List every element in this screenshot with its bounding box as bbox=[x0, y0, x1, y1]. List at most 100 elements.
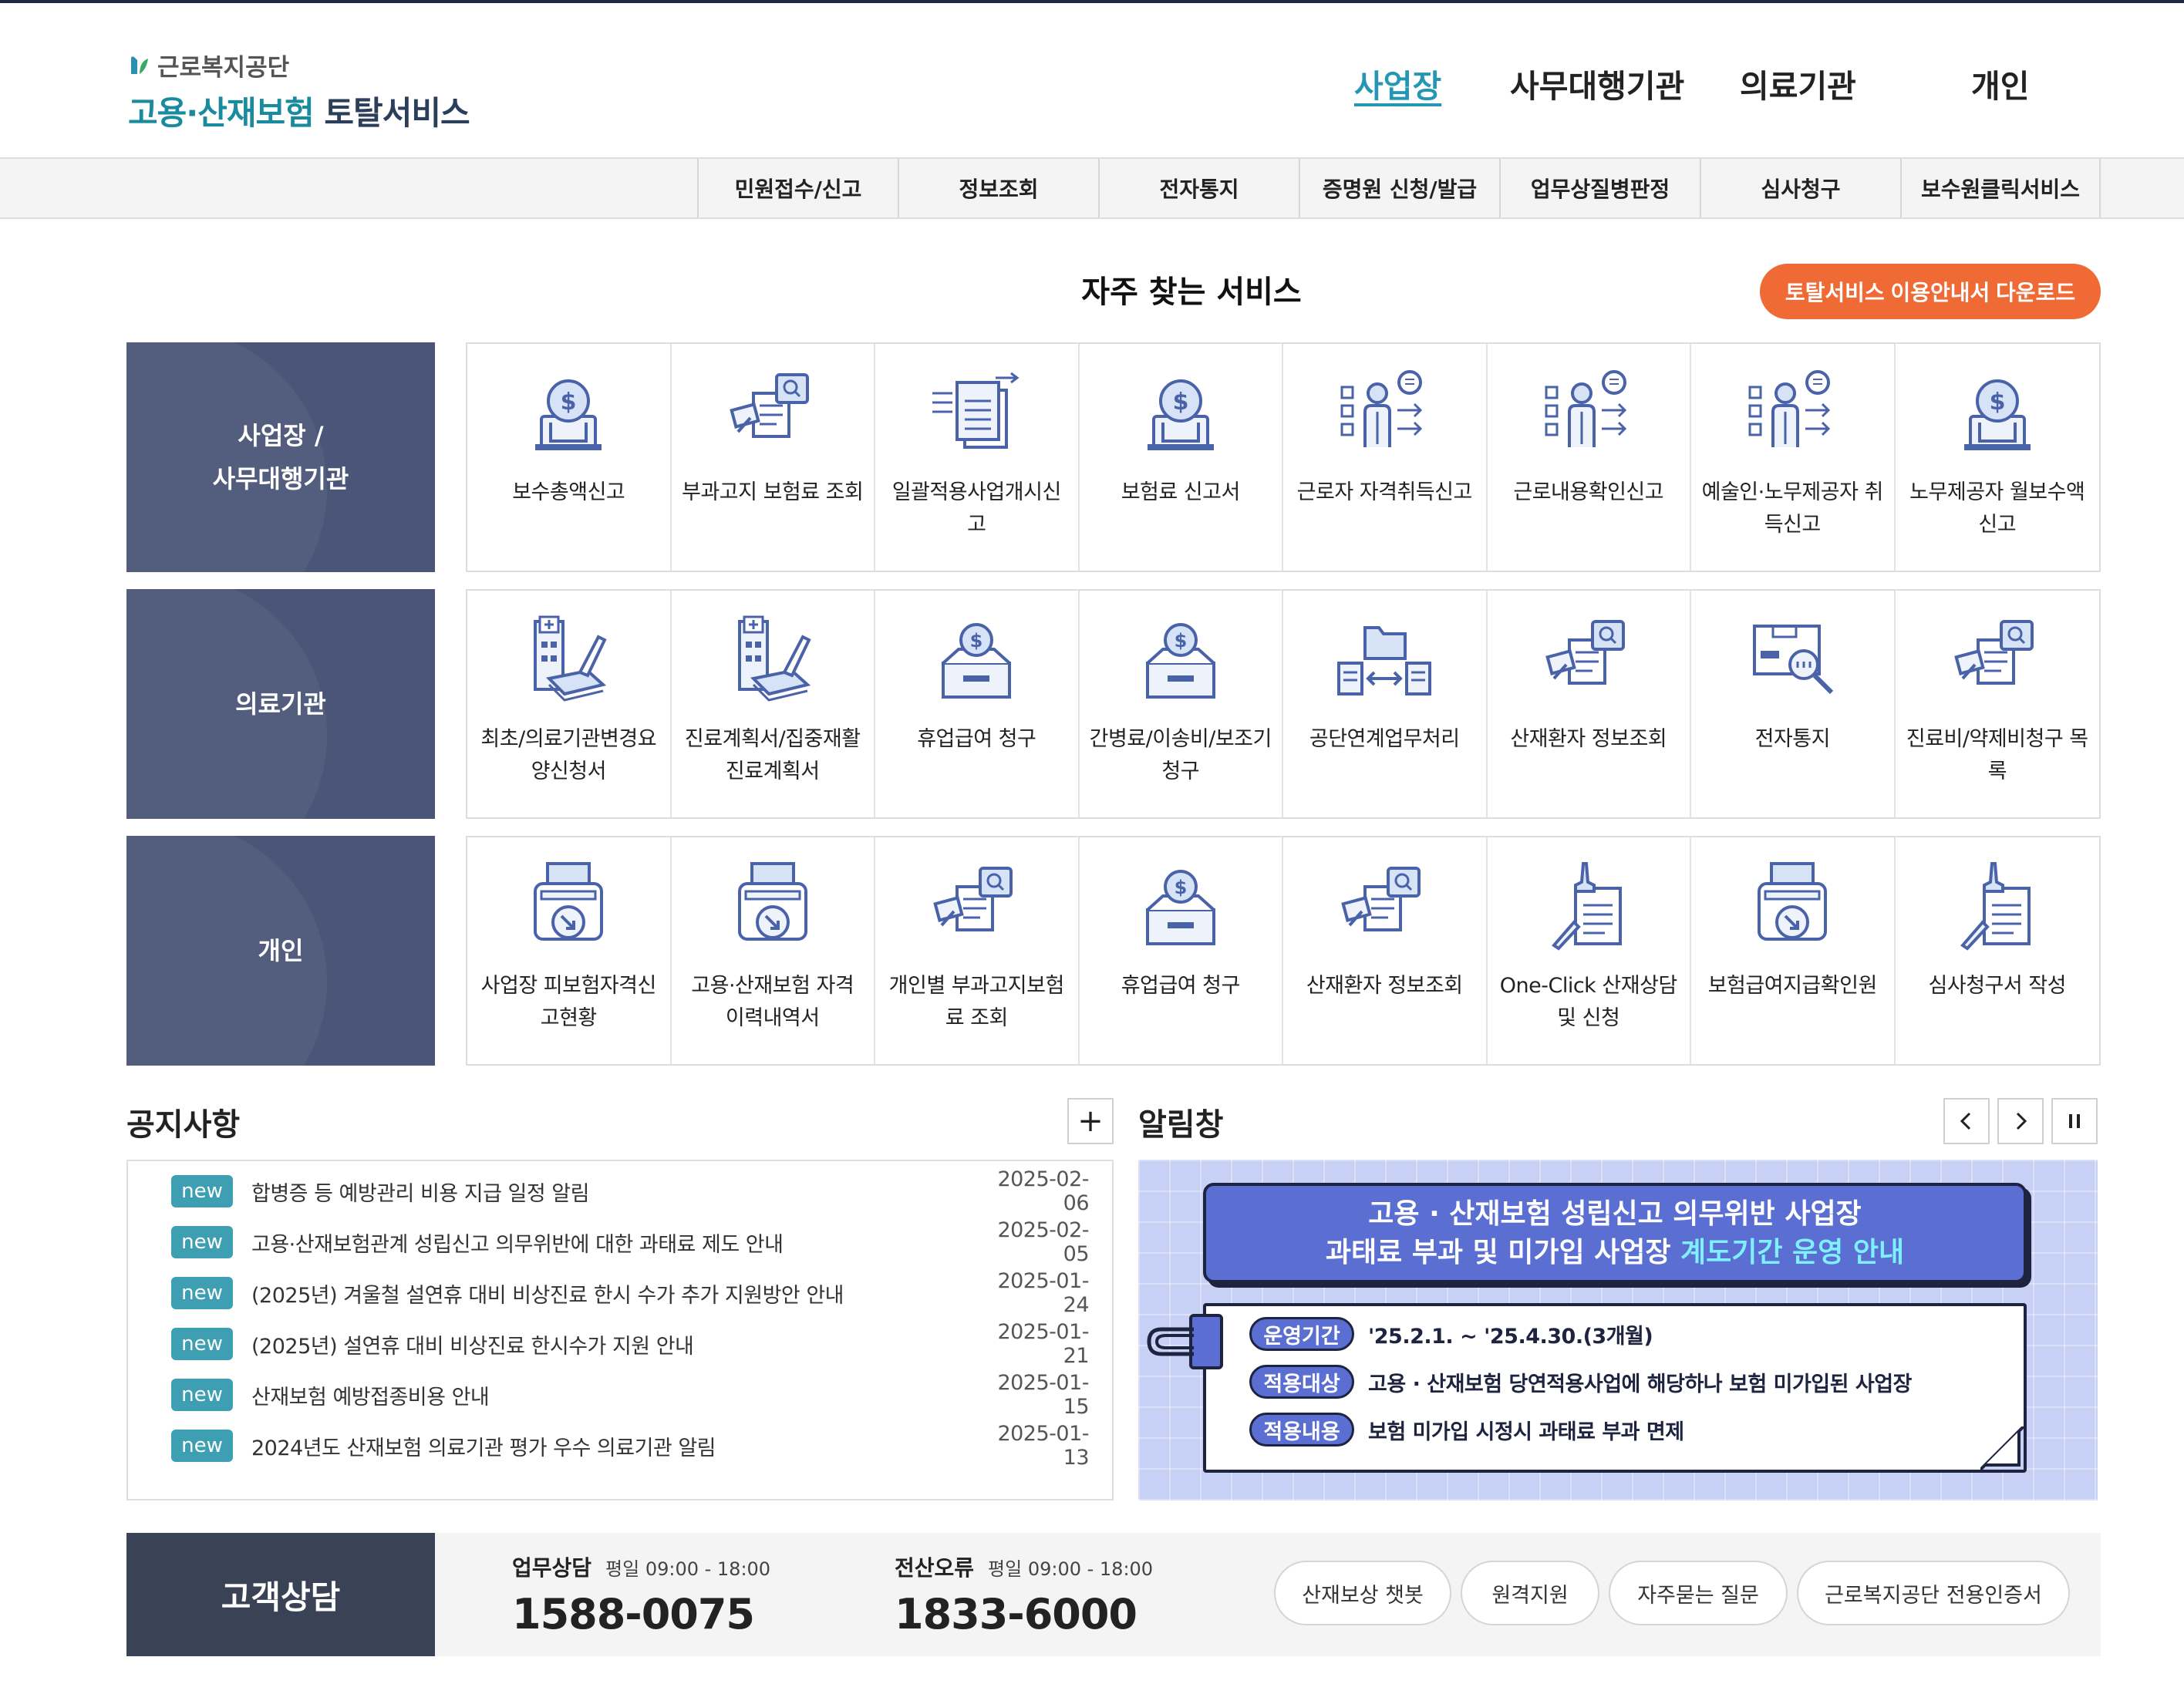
notice-title[interactable]: 산재보험 예방접종비용 안내 bbox=[251, 1380, 973, 1410]
notices-title: 공지사항 bbox=[126, 1107, 241, 1143]
hospital-write-icon bbox=[518, 614, 618, 706]
gnb-agency[interactable]: 사무대행기관 bbox=[1510, 60, 1684, 105]
service-grid-personal: 사업장 피보험자격신고현황 고용·산재보험 자격 이력내역서 개인별 부과고지보험료… bbox=[466, 836, 2101, 1066]
notice-item[interactable]: new 2024년도 산재보험 의료기관 평가 우수 의료기관 알림 2025-01… bbox=[171, 1422, 1090, 1470]
service-workplace-4[interactable]: $ 보험료 신고서 bbox=[1080, 344, 1283, 571]
new-badge: new bbox=[171, 1328, 233, 1360]
money-bag-icon: $ bbox=[1947, 367, 2048, 460]
service-label: 고용·산재보험 자격 이력내역서 bbox=[691, 974, 854, 1030]
row-label-personal: 개인 bbox=[126, 836, 435, 1066]
pause-button[interactable] bbox=[2051, 1098, 2098, 1144]
services-title: 자주 찾는 서비스 bbox=[1081, 274, 1302, 310]
alerts-title: 알림창 bbox=[1138, 1107, 1224, 1143]
coin-box-icon: $ bbox=[926, 614, 1026, 706]
notice-date: 2025-02-06 bbox=[997, 1167, 1089, 1215]
notice-item[interactable]: new (2025년) 겨울철 설연휴 대비 비상진료 한시 수가 추가 지원방안… bbox=[171, 1269, 1090, 1317]
notice-item[interactable]: new 합병증 등 예방관리 비용 지급 일정 알림 2025-02-06 bbox=[171, 1167, 1090, 1215]
notice-item[interactable]: new 고용·산재보험관계 성립신고 의무위반에 대한 과태료 제도 안내 2025… bbox=[171, 1218, 1090, 1266]
service-workplace-1[interactable]: $ 보수총액신고 bbox=[467, 344, 672, 571]
svg-text:$: $ bbox=[970, 630, 983, 652]
service-medical-7[interactable]: 전자통지 bbox=[1691, 591, 1896, 817]
service-medical-5[interactable]: 공단연계업무처리 bbox=[1283, 591, 1488, 817]
subnav-info-inquiry[interactable]: 정보조회 bbox=[898, 159, 1098, 217]
site-title: 고용·산재보험 토탈서비스 bbox=[128, 94, 470, 132]
document-search-icon bbox=[1334, 861, 1434, 953]
banner-tag: 적용내용 bbox=[1249, 1413, 1354, 1447]
prev-button[interactable] bbox=[1943, 1098, 1990, 1144]
customer-bar: 업무상담 평일 09:00 - 18:00 1588-0075 전산오류 평일 09… bbox=[435, 1533, 2101, 1656]
service-workplace-8[interactable]: $ 노무제공자 월보수액 신고 bbox=[1896, 344, 2100, 571]
work-phone[interactable]: 1588-0075 bbox=[512, 1590, 770, 1639]
row-label-medical: 의료기관 bbox=[126, 589, 435, 819]
gnb-medical[interactable]: 의료기관 bbox=[1740, 60, 1856, 105]
service-workplace-6[interactable]: 근로내용확인신고 bbox=[1488, 344, 1691, 571]
alert-banner[interactable]: 고용 · 산재보험 성립신고 의무위반 사업장 과태료 부과 및 미가입 사업장… bbox=[1138, 1160, 2098, 1500]
banner-text: '25.2.1. ~ '25.4.30.(3개월) bbox=[1368, 1324, 1653, 1349]
gnb-personal[interactable]: 개인 bbox=[1971, 60, 2029, 105]
coin-box-icon: $ bbox=[1131, 614, 1231, 706]
notice-date: 2025-01-13 bbox=[997, 1422, 1089, 1470]
site-logo[interactable]: 근로복지공단 고용·산재보험 토탈서비스 bbox=[128, 48, 470, 134]
service-label: 보험급여지급확인원 bbox=[1707, 974, 1878, 998]
service-medical-8[interactable]: 진료비/약제비청구 목록 bbox=[1896, 591, 2100, 817]
service-workplace-5[interactable]: 근로자 자격취득신고 bbox=[1283, 344, 1488, 571]
service-workplace-3[interactable]: 일괄적용사업개시신고 bbox=[875, 344, 1080, 571]
service-personal-2[interactable]: 고용·산재보험 자격 이력내역서 bbox=[672, 837, 875, 1064]
service-medical-3[interactable]: $ 휴업급여 청구 bbox=[875, 591, 1080, 817]
service-personal-1[interactable]: 사업장 피보험자격신고현황 bbox=[467, 837, 672, 1064]
new-badge: new bbox=[171, 1175, 233, 1207]
worker-report-icon bbox=[1539, 367, 1639, 460]
subnav-occupational-disease[interactable]: 업무상질병판정 bbox=[1499, 159, 1700, 217]
customer-label: 고객상담 bbox=[126, 1533, 435, 1656]
service-label: 진료비/약제비청구 목록 bbox=[1906, 727, 2088, 783]
remote-support-button[interactable]: 원격지원 bbox=[1461, 1561, 1599, 1625]
notice-date: 2025-01-21 bbox=[997, 1320, 1089, 1368]
notice-date: 2025-01-24 bbox=[997, 1269, 1089, 1317]
service-medical-1[interactable]: 최초/의료기관변경요양신청서 bbox=[467, 591, 672, 817]
banner-text: 고용 · 산재보험 당연적용사업에 해당하나 보험 미가입된 사업장 bbox=[1368, 1372, 1912, 1396]
document-search-icon bbox=[1947, 614, 2048, 706]
service-personal-6[interactable]: One-Click 산재상담 및 신청 bbox=[1488, 837, 1691, 1064]
notice-title[interactable]: 합병증 등 예방관리 비용 지급 일정 알림 bbox=[251, 1177, 973, 1207]
notice-title[interactable]: 고용·산재보험관계 성립신고 의무위반에 대한 과태료 제도 안내 bbox=[251, 1228, 973, 1258]
service-label: 근로자 자격취득신고 bbox=[1296, 480, 1473, 504]
faq-button[interactable]: 자주묻는 질문 bbox=[1609, 1561, 1788, 1625]
service-medical-2[interactable]: 진료계획서/집중재활 진료계획서 bbox=[672, 591, 875, 817]
gnb-workplace[interactable]: 사업장 bbox=[1354, 60, 1441, 105]
service-label: 노무제공자 월보수액 신고 bbox=[1909, 480, 2085, 537]
subnav-e-notice[interactable]: 전자통지 bbox=[1098, 159, 1299, 217]
service-personal-4[interactable]: $ 휴업급여 청구 bbox=[1080, 837, 1283, 1064]
notice-item[interactable]: new (2025년) 설연휴 대비 비상진료 한시수가 지원 안내 2025-01… bbox=[171, 1320, 1090, 1368]
document-search-icon bbox=[926, 861, 1026, 953]
service-label: 최초/의료기관변경요양신청서 bbox=[480, 727, 657, 783]
notice-title[interactable]: 2024년도 산재보험 의료기관 평가 우수 의료기관 알림 bbox=[251, 1431, 973, 1461]
new-badge: new bbox=[171, 1430, 233, 1462]
service-medical-4[interactable]: $ 간병료/이송비/보조기 청구 bbox=[1080, 591, 1283, 817]
service-personal-8[interactable]: 심사청구서 작성 bbox=[1896, 837, 2100, 1064]
service-label: 부과고지 보험료 조회 bbox=[682, 480, 864, 504]
org-logo-icon bbox=[131, 56, 148, 74]
notice-date: 2025-02-05 bbox=[997, 1218, 1089, 1266]
subnav-wage-oneclick[interactable]: 보수원클릭서비스 bbox=[1900, 159, 2101, 217]
notices-more-button[interactable]: + bbox=[1067, 1098, 1114, 1144]
subnav-review-request[interactable]: 심사청구 bbox=[1700, 159, 1900, 217]
service-workplace-7[interactable]: 예술인·노무제공자 취득신고 bbox=[1691, 344, 1896, 571]
service-medical-6[interactable]: 산재환자 정보조회 bbox=[1488, 591, 1691, 817]
banner-headline: 고용 · 산재보험 성립신고 의무위반 사업장 과태료 부과 및 미가입 사업장… bbox=[1203, 1183, 2027, 1283]
service-personal-3[interactable]: 개인별 부과고지보험료 조회 bbox=[875, 837, 1080, 1064]
certificate-button[interactable]: 근로복지공단 전용인증서 bbox=[1797, 1561, 2070, 1625]
pause-icon bbox=[2069, 1114, 2080, 1128]
subnav-certificate[interactable]: 증명원 신청/발급 bbox=[1299, 159, 1499, 217]
subnav-civil-report[interactable]: 민원접수/신고 bbox=[697, 159, 898, 217]
error-phone[interactable]: 1833-6000 bbox=[895, 1590, 1153, 1639]
notice-item[interactable]: new 산재보험 예방접종비용 안내 2025-01-15 bbox=[171, 1371, 1090, 1419]
notice-title[interactable]: (2025년) 설연휴 대비 비상진료 한시수가 지원 안내 bbox=[251, 1329, 973, 1359]
service-personal-5[interactable]: 산재환자 정보조회 bbox=[1283, 837, 1488, 1064]
chatbot-button[interactable]: 산재보상 챗봇 bbox=[1274, 1561, 1451, 1625]
service-workplace-2[interactable]: 부과고지 보험료 조회 bbox=[672, 344, 875, 571]
guide-download-button[interactable]: 토탈서비스 이용안내서 다운로드 bbox=[1760, 264, 2101, 319]
service-personal-7[interactable]: 보험급여지급확인원 bbox=[1691, 837, 1896, 1064]
next-button[interactable] bbox=[1997, 1098, 2044, 1144]
sub-navigation: 민원접수/신고 정보조회 전자통지 증명원 신청/발급 업무상질병판정 심사청구… bbox=[0, 159, 2184, 219]
notice-title[interactable]: (2025년) 겨울철 설연휴 대비 비상진료 한시 수가 추가 지원방안 안내 bbox=[251, 1278, 973, 1308]
